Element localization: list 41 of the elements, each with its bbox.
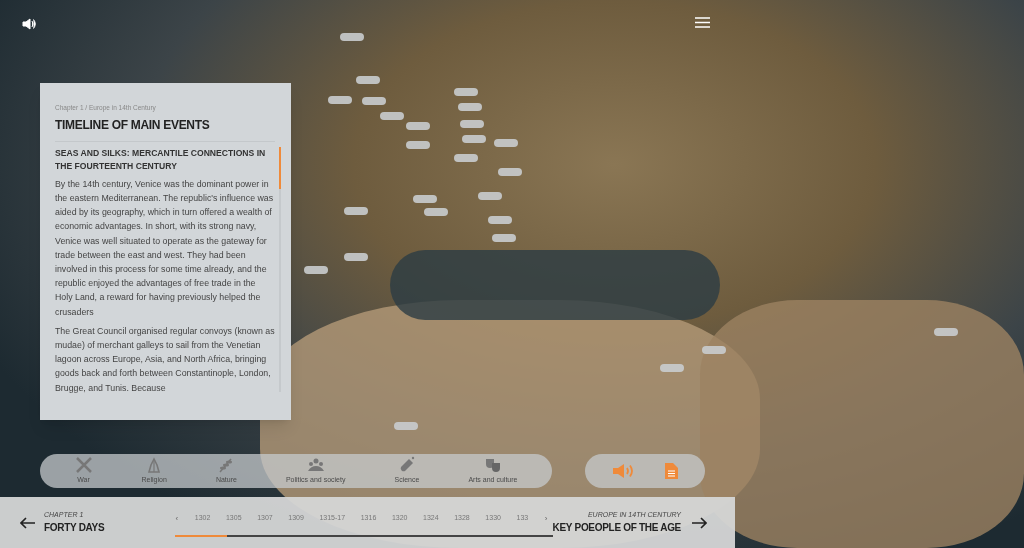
chapter-title: FORTY DAYS bbox=[44, 521, 105, 536]
timeline-previous-button[interactable]: ‹ bbox=[174, 512, 180, 525]
chapter-title: KEY POEOPLE OF THE AGE bbox=[552, 521, 681, 536]
map-marker[interactable] bbox=[460, 120, 484, 128]
map-marker[interactable] bbox=[454, 154, 478, 162]
map-marker[interactable] bbox=[934, 328, 958, 336]
left-arrow-icon bbox=[20, 516, 36, 529]
map-marker[interactable] bbox=[660, 364, 684, 372]
map-marker[interactable] bbox=[498, 168, 522, 176]
map-marker[interactable] bbox=[344, 207, 368, 215]
map-marker[interactable] bbox=[413, 195, 437, 203]
map-marker[interactable] bbox=[458, 103, 482, 111]
map-marker[interactable] bbox=[702, 346, 726, 354]
map-marker[interactable] bbox=[406, 122, 430, 130]
map-marker[interactable] bbox=[304, 266, 328, 274]
map-marker[interactable] bbox=[424, 208, 448, 216]
menu-icon[interactable] bbox=[695, 17, 710, 28]
map-marker[interactable] bbox=[394, 422, 418, 430]
map-marker[interactable] bbox=[492, 234, 516, 242]
map-marker[interactable] bbox=[344, 253, 368, 261]
map-marker[interactable] bbox=[362, 97, 386, 105]
map-marker[interactable] bbox=[478, 192, 502, 200]
map-marker[interactable] bbox=[488, 216, 512, 224]
right-arrow-icon bbox=[691, 516, 707, 529]
map-marker[interactable] bbox=[340, 33, 364, 41]
section-heading: SEAS AND SILKS: MERCANTILE CONNECTIONS IN THE FOURTEENTH CENTURY bbox=[55, 146, 267, 173]
document-icon[interactable] bbox=[665, 463, 679, 479]
panel-title: TIMELINE OF MAIN EVENTS bbox=[55, 116, 211, 134]
body-paragraph: By the 14th century, Venice was the dominant power in the eastern Mediterranean. The republic's influence was aided by its geography, which in turn offered a wealth of economic advantages. In short, with its strong navy, Venice was well situated to operate as the gateway for trade between the east and west. They had been involved in this process for some time already, and the republic enjoyed the advantages of free trade in the Holy Land, a reward for having previously helped the crusaders bbox=[55, 177, 275, 319]
map-marker[interactable] bbox=[380, 112, 404, 120]
map-marker[interactable] bbox=[328, 96, 352, 104]
body-paragraph: The Great Council organised regular convoys (known as mudae) of merchant galleys to sail from the Venetian lagoon across Europe, Asia, and North Africa, bringing goods back and forth between Constantinople, London, Brugge, and Tunis. Because bbox=[55, 324, 275, 395]
map-marker[interactable] bbox=[454, 88, 478, 96]
crossed-swords-icon bbox=[74, 456, 93, 475]
map-marker[interactable] bbox=[494, 139, 518, 147]
map-marker[interactable] bbox=[462, 135, 486, 143]
timeline-next-button[interactable]: › bbox=[543, 512, 549, 525]
speaker-icon[interactable] bbox=[22, 17, 36, 31]
map-marker[interactable] bbox=[356, 76, 380, 84]
map-marker[interactable] bbox=[406, 141, 430, 149]
timeline-track[interactable] bbox=[174, 534, 553, 537]
